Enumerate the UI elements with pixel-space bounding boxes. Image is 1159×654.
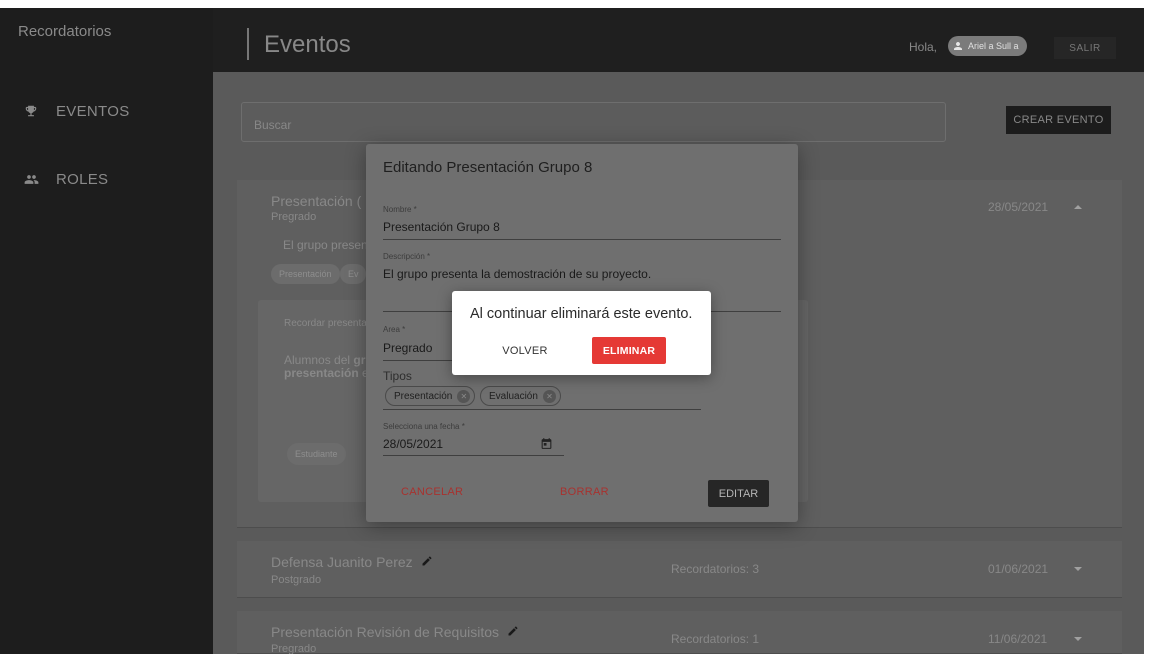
reminder-text-part: Alumnos del: [284, 353, 354, 367]
reminder-text: presentación es: [284, 366, 375, 380]
confirm-delete-button[interactable]: ELIMINAR: [592, 337, 666, 364]
event-date: 28/05/2021: [988, 200, 1049, 214]
user-name: Ariel a Sull a: [968, 41, 1019, 51]
event-type-chip: Ev: [340, 264, 366, 284]
event-title-text: Presentación Revisión de Requisitos: [271, 624, 500, 640]
description-field[interactable]: El grupo presenta la demostración de su …: [383, 267, 651, 281]
right-border: [1144, 0, 1159, 654]
reminder-text-bold: presentación: [284, 366, 359, 380]
reminder-text: Alumnos del gru: [284, 353, 373, 367]
event-area: Pregrado: [271, 643, 317, 654]
reminder-count: Recordatorios: 3: [671, 562, 760, 576]
confirm-message: Al continuar eliminará este evento.: [470, 306, 693, 322]
reminder-count: Recordatorios: 1: [671, 632, 760, 646]
create-event-button[interactable]: CREAR EVENTO: [1006, 106, 1111, 134]
event-description: El grupo present: [283, 238, 372, 252]
name-field[interactable]: Presentación Grupo 8: [383, 220, 500, 234]
type-chip-label: Evaluación: [489, 390, 538, 402]
back-button[interactable]: VOLVER: [497, 338, 553, 364]
role-chip: Estudiante: [287, 443, 346, 465]
edit-pencil-icon[interactable]: [421, 555, 433, 567]
trophy-icon: [22, 102, 40, 120]
date-label: Selecciona una fecha *: [383, 422, 465, 431]
confirm-delete-dialog: [452, 291, 711, 375]
edit-pencil-icon[interactable]: [507, 625, 519, 637]
event-area: Pregrado: [271, 211, 317, 223]
expand-icon[interactable]: [1074, 637, 1082, 641]
type-chip-presentacion: Presentación ✕: [385, 386, 476, 406]
user-chip[interactable]: Ariel a Sull a: [948, 36, 1027, 56]
remove-chip-icon[interactable]: ✕: [457, 389, 471, 403]
area-label: Area *: [383, 325, 406, 334]
description-label: Descripción *: [383, 252, 431, 261]
greeting-text: Hola,: [909, 40, 938, 54]
event-type-chip: Presentación: [271, 264, 340, 284]
event-title[interactable]: Presentación (: [271, 193, 361, 209]
event-date: 01/06/2021: [988, 562, 1049, 576]
search-input[interactable]: Buscar: [241, 102, 946, 142]
event-area: Postgrado: [271, 574, 322, 586]
types-label: Tipos: [383, 369, 412, 383]
sidebar-item-roles[interactable]: ROLES: [22, 170, 108, 188]
type-chip-label: Presentación: [394, 390, 453, 402]
name-label: Nombre *: [383, 205, 417, 214]
page-title: Eventos: [264, 31, 351, 58]
event-title[interactable]: Defensa Juanito Perez: [271, 554, 433, 570]
calendar-icon[interactable]: [540, 437, 553, 450]
event-title-text: Defensa Juanito Perez: [271, 554, 413, 570]
area-underline: [383, 360, 453, 361]
type-chip-evaluacion: Evaluación ✕: [480, 386, 561, 406]
event-title[interactable]: Presentación Revisión de Requisitos: [271, 624, 519, 640]
date-underline: [383, 455, 564, 456]
sidebar-item-eventos[interactable]: EVENTOS: [22, 102, 130, 120]
area-select[interactable]: Pregrado: [383, 341, 432, 355]
event-date: 11/06/2021: [988, 632, 1048, 646]
logout-button[interactable]: SALIR: [1054, 37, 1116, 59]
top-border: [0, 0, 1159, 8]
delete-button[interactable]: BORRAR: [560, 486, 609, 498]
cancel-button[interactable]: CANCELAR: [401, 486, 463, 498]
reminder-title: Recordar presenta: [284, 318, 367, 329]
collapse-icon[interactable]: [1074, 205, 1082, 209]
people-icon: [22, 170, 40, 188]
title-divider: [247, 28, 249, 60]
date-field[interactable]: 28/05/2021: [383, 437, 443, 451]
remove-chip-icon[interactable]: ✕: [542, 389, 556, 403]
app-root: Recordatorios EVENTOS ROLES Eventos Hola…: [0, 0, 1159, 654]
edit-button[interactable]: EDITAR: [708, 480, 769, 507]
account-icon: [954, 42, 962, 50]
sidebar-item-label: ROLES: [56, 170, 109, 188]
sidebar-item-label: EVENTOS: [56, 102, 130, 120]
types-underline: [383, 409, 701, 410]
brand-title: Recordatorios: [18, 23, 112, 40]
expand-icon[interactable]: [1074, 567, 1082, 571]
name-underline: [383, 239, 781, 240]
dialog-title: Editando Presentación Grupo 8: [383, 159, 593, 176]
